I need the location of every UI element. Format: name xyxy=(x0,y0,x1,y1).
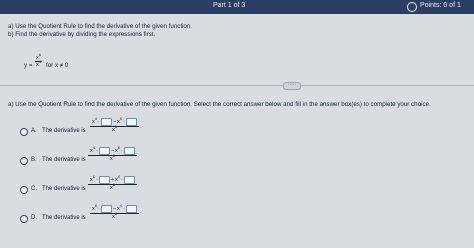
option-a-text: The derivative is xyxy=(42,128,86,134)
option-b-radio[interactable] xyxy=(20,157,28,165)
option-c-den: x8 xyxy=(109,182,115,191)
option-b-den: x8 xyxy=(109,153,115,162)
option-d-answer-box-2[interactable] xyxy=(125,205,137,213)
option-a-letter: A. xyxy=(31,128,37,134)
points-circle-icon xyxy=(407,2,417,12)
option-b-text: The derivative is xyxy=(42,157,86,163)
points-label: Points: 0 of 1 xyxy=(420,2,461,9)
option-a-den: x6 xyxy=(111,124,117,133)
option-c-letter: C. xyxy=(31,186,37,192)
question-line-a: a) Use the Quotient Rule to find the der… xyxy=(8,23,193,30)
option-b-letter: B. xyxy=(31,157,37,163)
option-d-fraction: x6 · − x4 · x8 xyxy=(90,202,139,221)
given-fraction: x6 x4 xyxy=(35,52,42,68)
option-a-op1: · xyxy=(97,118,100,125)
option-b-op3: · xyxy=(121,147,123,154)
question-line-b: b) Find the derivative by dividing the e… xyxy=(8,31,156,38)
option-c-radio[interactable] xyxy=(20,186,28,194)
top-bar: Part 1 of 3 Points: 0 of 1 xyxy=(0,0,474,14)
task-instruction: a) Use the Quotient Rule to find the der… xyxy=(8,101,431,108)
option-b-answer-box-1[interactable] xyxy=(98,147,110,155)
option-a-num-mid: x6 xyxy=(117,115,123,125)
option-a-answer-box-1[interactable] xyxy=(100,118,112,126)
option-d-num-left: x6 xyxy=(92,202,97,212)
option-a-num-left: x4 xyxy=(92,115,97,125)
option-d-den: x8 xyxy=(111,211,117,220)
option-c-text: The derivative is xyxy=(42,186,86,192)
option-c-num-left: x6 xyxy=(90,173,95,183)
option-b-op1: · xyxy=(95,147,98,154)
option-c-op3: · xyxy=(121,176,123,183)
part-indicator: Part 1 of 3 xyxy=(213,2,246,9)
option-d-radio[interactable] xyxy=(20,215,28,223)
option-d-op1: · xyxy=(97,205,100,212)
option-d-num-mid: x4 xyxy=(117,202,123,212)
section-divider xyxy=(0,85,474,86)
option-d-text: The derivative is xyxy=(42,215,86,221)
option-b-num-left: x4 xyxy=(90,144,95,154)
domain-condition: for x ≠ 0 xyxy=(46,62,69,69)
y-prefix: y = xyxy=(24,62,33,69)
option-c-num-mid: x4 xyxy=(115,173,121,183)
option-c-op1: · xyxy=(95,176,98,183)
given-den-exp: 4 xyxy=(38,59,41,65)
option-d-letter: D. xyxy=(31,215,37,221)
option-d-answer-box-1[interactable] xyxy=(100,205,112,213)
option-c-answer-box-1[interactable] xyxy=(98,176,110,184)
option-b-answer-box-2[interactable] xyxy=(123,147,135,155)
expand-handle[interactable]: ····· xyxy=(283,82,301,90)
given-num-exp: 6 xyxy=(38,52,41,58)
option-c-answer-box-2[interactable] xyxy=(123,176,135,184)
option-b-fraction: x4 · − x6 · x8 xyxy=(88,144,137,163)
option-a-fraction: x4 · − x6 · x6 xyxy=(90,115,139,134)
option-a-answer-box-2[interactable] xyxy=(125,118,137,126)
option-a-radio[interactable] xyxy=(20,128,28,136)
option-d-op3: · xyxy=(123,205,125,212)
option-b-num-mid: x6 xyxy=(115,144,121,154)
option-c-fraction: x6 · + x4 · x8 xyxy=(88,173,137,192)
option-a-op3: · xyxy=(123,118,125,125)
